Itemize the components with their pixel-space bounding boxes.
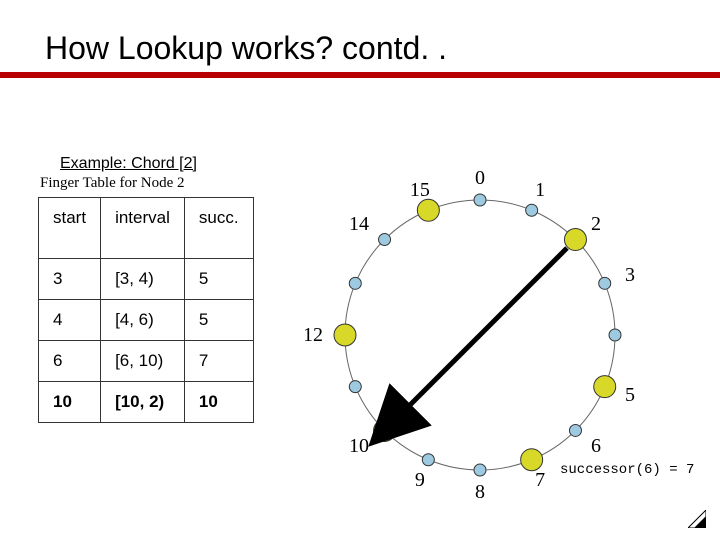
slide-title: How Lookup works? contd. .	[0, 0, 720, 67]
cell: 5	[184, 300, 253, 341]
ring-label-8: 8	[475, 481, 485, 503]
table-row: 10 [10, 2) 10	[39, 382, 254, 423]
table-row: 3 [3, 4) 5	[39, 259, 254, 300]
ring-node-3	[599, 277, 611, 289]
successor-note: successor(6) = 7	[560, 462, 694, 478]
ring-node-2	[564, 229, 586, 251]
ring-label-7: 7	[535, 469, 545, 491]
ring-node-0	[474, 194, 486, 206]
table-header: start interval succ.	[39, 198, 254, 259]
ring-node-15	[417, 199, 439, 221]
ring-label-2: 2	[591, 213, 601, 235]
cell: 10	[184, 382, 253, 423]
ring-node-9	[422, 454, 434, 466]
ring-node-4	[609, 329, 621, 341]
cell: 6	[39, 341, 101, 382]
cell: [6, 10)	[101, 341, 185, 382]
lookup-arrow	[400, 248, 567, 415]
example-label: Example: Chord [2]	[60, 155, 197, 173]
cell: [3, 4)	[101, 259, 185, 300]
ring-node-5	[594, 376, 616, 398]
ring-label-5: 5	[625, 384, 635, 406]
ring-label-0: 0	[475, 167, 485, 189]
table-row: 4 [4, 6) 5	[39, 300, 254, 341]
ring-label-10: 10	[349, 435, 369, 457]
page-corner-icon	[688, 510, 706, 528]
ring-node-14	[379, 234, 391, 246]
ring-node-13	[349, 277, 361, 289]
table-row: 6 [6, 10) 7	[39, 341, 254, 382]
ring-label-1: 1	[535, 179, 545, 201]
ring-node-12	[334, 324, 356, 346]
cell: 5	[184, 259, 253, 300]
header-succ: succ.	[184, 198, 253, 259]
ring-label-9: 9	[415, 469, 425, 491]
title-underline	[0, 72, 720, 78]
finger-table: start interval succ. 3 [3, 4) 5 4 [4, 6)…	[38, 197, 254, 423]
cell: 10	[39, 382, 101, 423]
ring-label-3: 3	[625, 264, 635, 286]
cell: [4, 6)	[101, 300, 185, 341]
ring-label-6: 6	[591, 435, 601, 457]
ring-node-10	[374, 419, 396, 441]
ring-node-7	[521, 449, 543, 471]
ring-label-14: 14	[349, 213, 369, 235]
cell: 4	[39, 300, 101, 341]
ring-node-11	[349, 381, 361, 393]
ring-label-12: 12	[305, 324, 323, 346]
finger-table-label: Finger Table for Node 2	[40, 175, 184, 192]
cell: 7	[184, 341, 253, 382]
cell: 3	[39, 259, 101, 300]
ring-label-15: 15	[410, 179, 430, 201]
header-start: start	[39, 198, 101, 259]
ring-node-6	[569, 424, 581, 436]
ring-node-1	[526, 204, 538, 216]
header-interval: interval	[101, 198, 185, 259]
ring-node-8	[474, 464, 486, 476]
cell: [10, 2)	[101, 382, 185, 423]
